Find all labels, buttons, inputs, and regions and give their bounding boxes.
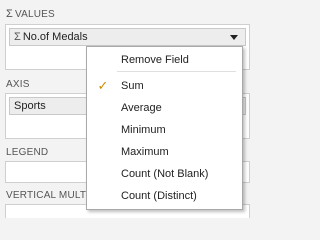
menu-item-remove-field[interactable]: Remove Field bbox=[87, 50, 242, 70]
axis-field-label: Sports bbox=[14, 100, 46, 112]
menu-separator bbox=[117, 71, 236, 72]
values-field-label: No.of Medals bbox=[22, 31, 88, 43]
menu-item-label: Minimum bbox=[121, 124, 166, 136]
menu-item-label: Average bbox=[121, 102, 162, 114]
sigma-icon: Σ bbox=[14, 31, 21, 43]
menu-item-label: Count (Distinct) bbox=[121, 190, 197, 202]
menu-item-average[interactable]: Average bbox=[87, 98, 242, 118]
menu-item-count-not-blank[interactable]: Count (Not Blank) bbox=[87, 164, 242, 184]
menu-item-maximum[interactable]: Maximum bbox=[87, 142, 242, 162]
vertical-multiples-header-label: VERTICAL MULTI bbox=[6, 189, 90, 201]
values-header-label: VALUES bbox=[15, 8, 55, 20]
values-section-header: Σ VALUES bbox=[0, 6, 255, 22]
checkmark-icon: ✓ bbox=[97, 78, 109, 93]
remove-field-label: Remove Field bbox=[121, 54, 189, 66]
menu-item-label: Maximum bbox=[121, 146, 169, 158]
menu-item-label: Sum bbox=[121, 80, 144, 92]
sigma-icon: Σ bbox=[6, 8, 13, 20]
chevron-down-icon[interactable] bbox=[230, 35, 238, 40]
menu-item-minimum[interactable]: Minimum bbox=[87, 120, 242, 140]
values-field-no-of-medals[interactable]: Σ No.of Medals bbox=[9, 28, 246, 46]
legend-header-label: LEGEND bbox=[6, 146, 49, 158]
menu-item-sum[interactable]: ✓ Sum bbox=[87, 76, 242, 96]
axis-header-label: AXIS bbox=[6, 78, 30, 90]
menu-item-label: Count (Not Blank) bbox=[121, 168, 209, 180]
menu-item-count-distinct[interactable]: Count (Distinct) bbox=[87, 186, 242, 206]
aggregation-context-menu: Remove Field ✓ Sum Average Minimum Maxim… bbox=[86, 46, 243, 210]
